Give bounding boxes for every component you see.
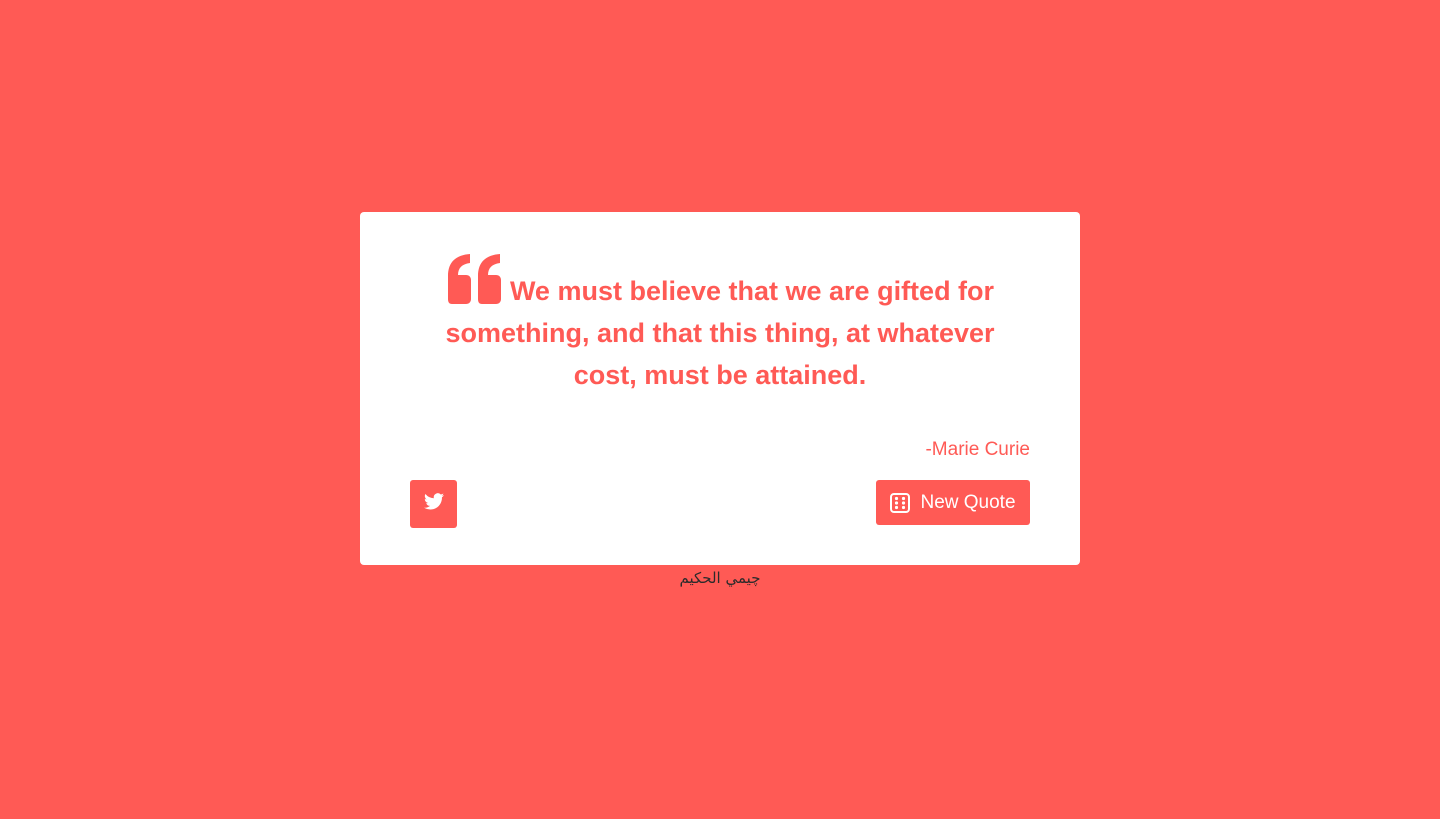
dice-icon: [890, 492, 911, 513]
twitter-icon: [423, 493, 444, 515]
tweet-quote-button[interactable]: [410, 480, 457, 528]
new-quote-label: New Quote: [920, 491, 1016, 513]
quote-text: We must believe that we are gifted for s…: [445, 276, 995, 390]
quote-author: -Marie Curie: [925, 439, 1030, 460]
quote-text-container: We must believe that we are gifted for s…: [430, 254, 1010, 396]
new-quote-button[interactable]: New Quote: [876, 480, 1030, 525]
quote-card: We must believe that we are gifted for s…: [360, 212, 1080, 565]
quote-left-icon: [446, 254, 504, 304]
footer-credit: چيمي الحكيم: [679, 569, 761, 587]
